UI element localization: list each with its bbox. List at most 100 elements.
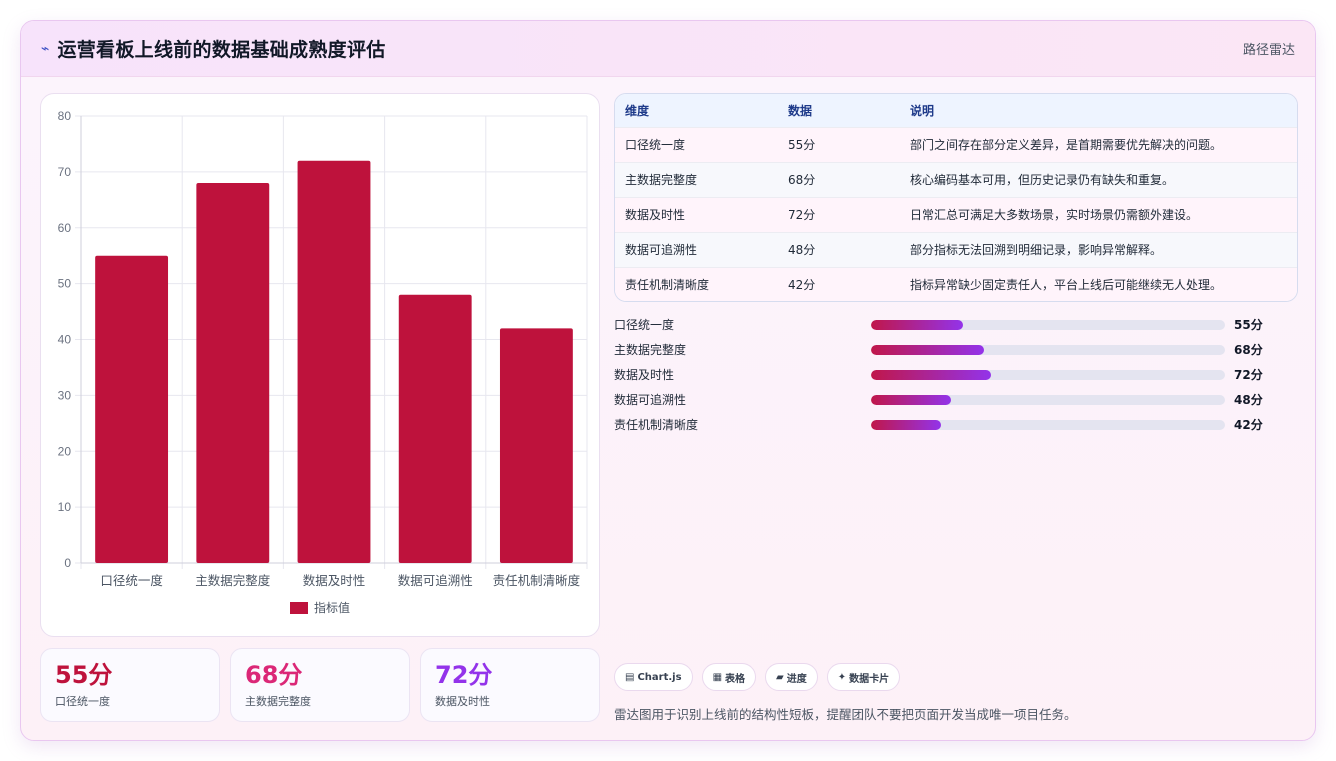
- table-row: 责任机制清晰度 42分 指标异常缺少固定责任人，平台上线后可能继续无人处理。: [615, 266, 1297, 301]
- stat-label: 数据及时性: [435, 695, 490, 708]
- progress-track: [871, 369, 1225, 380]
- title-wrap: ⌁ 运营看板上线前的数据基础成熟度评估: [41, 35, 386, 62]
- table-cell: 部门之间存在部分定义差异，是首期需要优先解决的问题。: [900, 126, 1297, 162]
- stat-card: 72分 数据及时性: [420, 648, 600, 722]
- x-tick-label: 责任机制清晰度: [493, 573, 581, 588]
- progress-fill: [871, 419, 941, 430]
- progress-value: 42分: [1234, 418, 1263, 432]
- stat-label: 主数据完整度: [245, 695, 311, 708]
- progress-label: 数据可追溯性: [614, 393, 687, 407]
- progress-fill: [871, 369, 992, 380]
- y-tick-label: 10: [58, 500, 72, 514]
- trend-icon: ⌁: [41, 40, 50, 57]
- table-cell: 主数据完整度: [615, 161, 778, 197]
- progress-value: 68分: [1234, 343, 1263, 357]
- chip-label: 表格: [725, 673, 746, 685]
- table-cell: 48分: [778, 231, 900, 267]
- legend-swatch: [290, 602, 308, 614]
- bar: [499, 328, 573, 563]
- progress-row: 数据可追溯性 48分: [614, 387, 1274, 412]
- progress-fill: [871, 344, 985, 355]
- chip-progress[interactable]: ▰ 进度: [765, 663, 818, 691]
- progress-row: 口径统一度 55分: [614, 312, 1274, 337]
- progress-icon: ▰: [776, 671, 784, 683]
- table-cell: 72分: [778, 196, 900, 232]
- progress-track: [871, 319, 1225, 330]
- table-header-row: 维度 数据 说明: [615, 94, 1297, 127]
- stat-value: 55分: [55, 661, 113, 689]
- assessment-card: ⌁ 运营看板上线前的数据基础成熟度评估 路径雷达 0 10 20 30 40 50 60 70…: [20, 20, 1316, 741]
- table-cell: 数据可追溯性: [615, 231, 778, 267]
- table-row: 口径统一度 55分 部门之间存在部分定义差异，是首期需要优先解决的问题。: [615, 126, 1297, 162]
- y-tick-label: 0: [64, 556, 71, 570]
- stat-card: 55分 口径统一度: [40, 648, 220, 722]
- x-tick-label: 主数据完整度: [195, 573, 271, 588]
- table-cell: 68分: [778, 161, 900, 197]
- table-cell: 42分: [778, 266, 900, 301]
- progress-value: 55分: [1234, 318, 1263, 332]
- table-cell: 责任机制清晰度: [615, 266, 778, 301]
- bar-chart: 0 10 20 30 40 50 60 70 80 口径统一度 主数据完整度 数据及时性 数据可追溯性 责…: [58, 109, 588, 615]
- bar-chart-panel: 0 10 20 30 40 50 60 70 80 口径统一度 主数据完整度 数据及时性 数据可追溯性 责…: [40, 93, 600, 637]
- x-tick-label: 口径统一度: [100, 573, 163, 588]
- progress-value: 48分: [1234, 393, 1263, 407]
- progress-label: 数据及时性: [614, 368, 675, 382]
- chip-chartjs[interactable]: ▤ Chart.js: [614, 663, 693, 691]
- stat-value: 72分: [435, 661, 493, 689]
- table-row: 数据及时性 72分 日常汇总可满足大多数场景，实时场景仍需额外建设。: [615, 196, 1297, 232]
- feature-chips: ▤ Chart.js ▦ 表格 ▰ 进度 ✦ 数据卡片: [614, 663, 901, 691]
- sparkle-icon: ✦: [837, 671, 847, 683]
- column-header[interactable]: 维度: [615, 94, 778, 127]
- progress-row: 数据及时性 72分: [614, 362, 1274, 387]
- progress-row: 主数据完整度 68分: [614, 337, 1274, 362]
- progress-track: [871, 344, 1225, 355]
- progress-track: [871, 394, 1225, 405]
- bar: [297, 160, 371, 563]
- chip-table[interactable]: ▦ 表格: [701, 663, 757, 691]
- progress-label: 责任机制清晰度: [614, 418, 699, 432]
- table-cell: 指标异常缺少固定责任人，平台上线后可能继续无人处理。: [900, 266, 1297, 301]
- table-cell: 核心编码基本可用，但历史记录仍有缺失和重复。: [900, 161, 1297, 197]
- table-cell: 数据及时性: [615, 196, 778, 232]
- chart-icon: ▤: [625, 671, 635, 683]
- bar: [398, 294, 472, 563]
- stat-label: 口径统一度: [55, 695, 110, 708]
- chip-label: Chart.js: [637, 671, 682, 683]
- dimension-table: 维度 数据 说明 口径统一度 55分 部门之间存在部分定义差异，是首期需要优先解…: [614, 93, 1298, 302]
- table-row: 主数据完整度 68分 核心编码基本可用，但历史记录仍有缺失和重复。: [615, 161, 1297, 197]
- bar: [95, 255, 169, 563]
- y-tick-label: 20: [58, 444, 72, 458]
- y-tick-label: 80: [58, 109, 72, 123]
- stat-value: 68分: [245, 661, 303, 689]
- legend-label: 指标值: [314, 600, 350, 615]
- table-cell: 部分指标无法回溯到明细记录，影响异常解释。: [900, 231, 1297, 267]
- progress-row: 责任机制清晰度 42分: [614, 412, 1274, 437]
- progress-value: 72分: [1234, 368, 1263, 382]
- chip-label: 进度: [786, 673, 807, 685]
- progress-list: 口径统一度 55分 主数据完整度 68分 数据及时性 72分 数据可追溯性 48…: [614, 312, 1274, 437]
- stat-card: 68分 主数据完整度: [230, 648, 410, 722]
- table-row: 数据可追溯性 48分 部分指标无法回溯到明细记录，影响异常解释。: [615, 231, 1297, 267]
- table-cell: 日常汇总可满足大多数场景，实时场景仍需额外建设。: [900, 196, 1297, 232]
- y-tick-label: 30: [58, 388, 72, 402]
- progress-label: 口径统一度: [614, 318, 675, 332]
- table-cell: 55分: [778, 126, 900, 162]
- footnote: 雷达图用于识别上线前的结构性短板，提醒团队不要把页面开发当成唯一项目任务。: [614, 707, 1077, 722]
- y-tick-label: 40: [58, 333, 72, 347]
- y-tick-label: 50: [58, 277, 72, 291]
- column-header[interactable]: 说明: [900, 94, 1297, 127]
- chip-data-card[interactable]: ✦ 数据卡片: [826, 663, 901, 691]
- x-tick-label: 数据及时性: [303, 573, 366, 588]
- table-cell: 口径统一度: [615, 126, 778, 162]
- bar: [196, 183, 270, 564]
- progress-fill: [871, 394, 951, 405]
- column-header[interactable]: 数据: [778, 94, 900, 127]
- progress-track: [871, 419, 1225, 430]
- header-route-label[interactable]: 路径雷达: [1243, 39, 1295, 58]
- y-tick-label: 70: [58, 165, 72, 179]
- x-tick-label: 数据可追溯性: [398, 573, 473, 588]
- progress-fill: [871, 319, 964, 330]
- chip-label: 数据卡片: [849, 673, 890, 685]
- table-icon: ▦: [712, 671, 723, 683]
- page-title: 运营看板上线前的数据基础成熟度评估: [57, 39, 386, 61]
